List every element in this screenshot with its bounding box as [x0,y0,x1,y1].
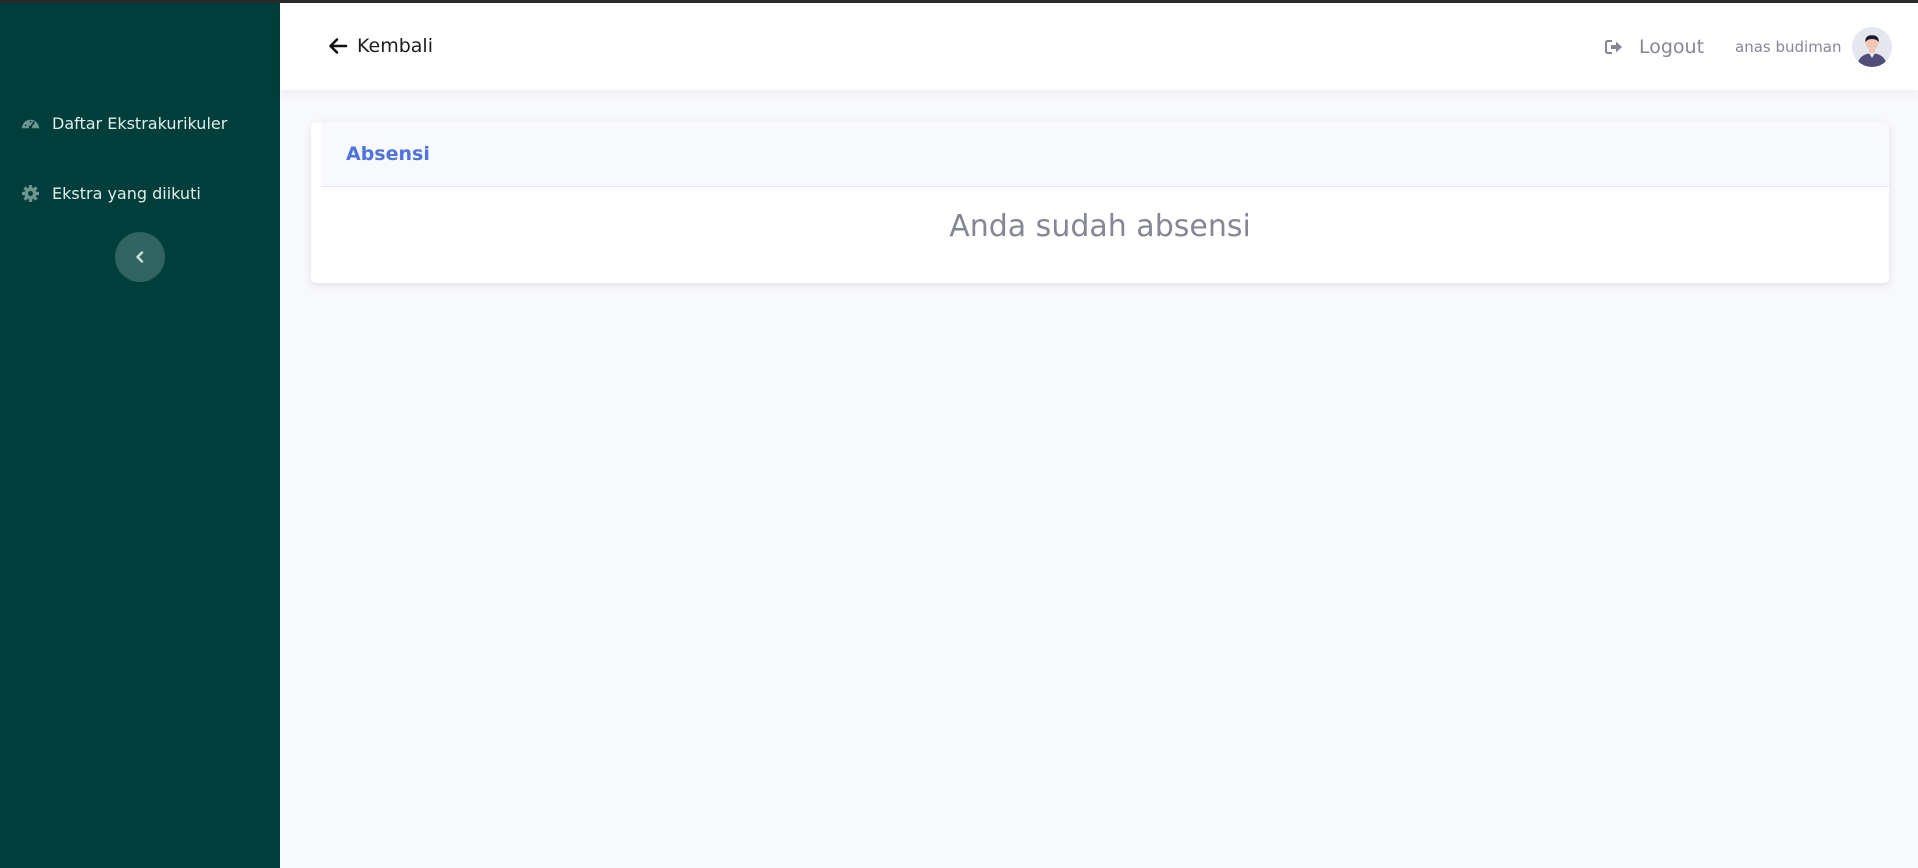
sidebar-item-label: Ekstra yang diikuti [52,184,201,203]
window-top-border [0,0,1918,3]
card-title: Absensi [346,143,430,165]
avatar [1851,27,1892,67]
dashboard-icon [21,114,40,133]
topbar: Kembali Logout anas budiman [280,3,1918,90]
user-menu[interactable]: anas budiman [1735,27,1892,67]
attendance-status-message: Anda sudah absensi [949,209,1251,244]
absensi-card: Absensi Anda sudah absensi [311,122,1889,283]
gear-icon [21,184,40,203]
sidebar-toggle-button[interactable] [115,232,165,282]
card-header: Absensi [321,122,1889,187]
sidebar-item-daftar-ekstrakurikuler[interactable]: Daftar Ekstrakurikuler [21,114,227,133]
user-name: anas budiman [1735,38,1842,56]
back-link[interactable]: Kembali [328,35,433,57]
chevron-left-icon [134,248,146,267]
sidebar: Daftar Ekstrakurikuler Ekstra yang diiku… [0,0,280,868]
sidebar-item-label: Daftar Ekstrakurikuler [52,114,228,133]
back-label: Kembali [357,35,433,57]
arrow-left-icon [329,38,348,54]
logout-link[interactable]: Logout [1605,36,1704,58]
sign-out-icon [1605,40,1622,54]
logout-label: Logout [1639,36,1705,58]
sidebar-item-ekstra-yang-diikuti[interactable]: Ekstra yang diikuti [21,184,201,203]
